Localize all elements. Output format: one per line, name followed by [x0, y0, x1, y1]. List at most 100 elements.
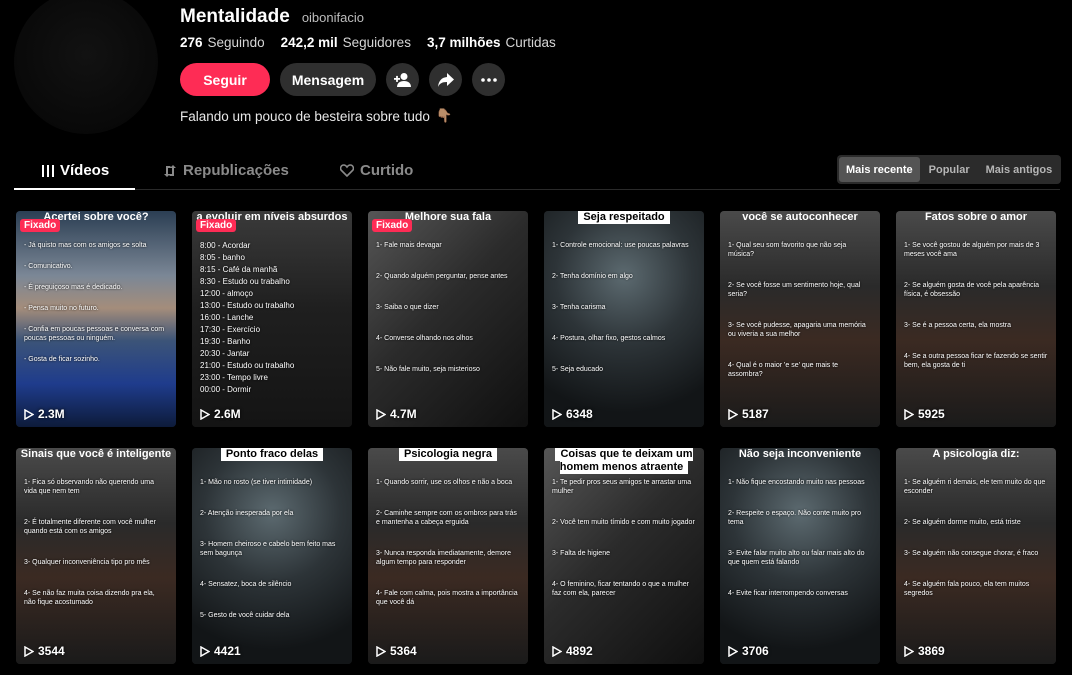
view-count-value: 2.6M	[214, 407, 241, 421]
view-count-value: 3544	[38, 644, 65, 658]
caption-line: 3- Tenha carisma	[552, 304, 606, 311]
tab-reposts-label: Republicações	[183, 162, 289, 179]
share-button[interactable]	[429, 63, 462, 96]
caption-line: 2- Se alguém dorme muito, está triste	[904, 519, 1021, 526]
caption-line: 5- Gesto de você cuidar dela	[200, 612, 290, 619]
active-tab-indicator	[14, 188, 135, 190]
caption-line: 3- Saiba o que dizer	[376, 304, 439, 311]
video-card[interactable]: você se autoconhecer 1- Qual seu som favo…	[720, 211, 880, 427]
view-count-value: 2.3M	[38, 407, 65, 421]
tab-reposts[interactable]: Republicações	[163, 162, 289, 179]
video-card[interactable]: Ponto fraco delas 1- Mão no rosto (se tiv…	[192, 448, 352, 664]
caption-line: 8:00 - Acordar	[200, 241, 251, 250]
caption-line: - Gosta de ficar sozinho.	[24, 356, 100, 363]
pinned-badge: Fixado	[20, 219, 61, 232]
caption-line: 1- Não fique encostando muito nas pessoa…	[728, 479, 865, 486]
caption-line: 8:05 - banho	[200, 253, 245, 262]
play-icon	[200, 408, 210, 420]
sort-oldest[interactable]: Mais antigos	[979, 157, 1060, 182]
video-caption-lines: 1- Te pedir pros seus amigos te arrastar…	[552, 478, 696, 620]
video-card[interactable]: Coisas que te deixam um homem menos atra…	[544, 448, 704, 664]
tab-videos-label: Vídeos	[60, 162, 110, 179]
caption-line: 5- Seja educado	[552, 366, 603, 373]
video-card[interactable]: Melhore sua fala Fixado 1- Fale mais devag…	[368, 211, 528, 427]
view-count: 4892	[552, 644, 593, 658]
caption-line: 8:30 - Estudo ou trabalho	[200, 277, 290, 286]
profile-handle: oibonifacio	[301, 10, 364, 25]
stat-following[interactable]: 276 Seguindo	[180, 35, 265, 50]
bio-emoji: 👇🏽	[435, 108, 453, 123]
video-title: Ponto fraco delas	[192, 448, 352, 461]
avatar[interactable]	[14, 0, 158, 134]
video-caption-lines: 1- Qual seu som favorito que não seja mú…	[728, 241, 872, 401]
play-icon	[376, 408, 386, 420]
caption-line: 20:30 - Jantar	[200, 349, 250, 358]
caption-line: 1- Se alguém ri demais, ele tem muito do…	[904, 479, 1046, 495]
more-icon	[480, 77, 497, 82]
view-count: 2.6M	[200, 407, 241, 421]
video-card[interactable]: Psicologia negra 1- Quando sorrir, use os…	[368, 448, 528, 664]
tab-liked[interactable]: Curtido	[340, 162, 413, 179]
message-button[interactable]: Mensagem	[280, 63, 376, 96]
add-user-icon	[393, 72, 411, 87]
caption-line: 1- Controle emocional: use poucas palavr…	[552, 242, 689, 249]
tab-liked-label: Curtido	[360, 162, 414, 179]
video-card[interactable]: Sinais que você é inteligente 1- Fica só …	[16, 448, 176, 664]
video-caption-lines: 1- Se você gostou de alguém por mais de …	[904, 241, 1048, 392]
view-count: 5187	[728, 407, 769, 421]
video-title: A psicologia diz:	[932, 448, 1020, 460]
caption-line: - Confia em poucas pessoas e conversa co…	[24, 326, 165, 342]
caption-line: 3- Se alguém não consegue chorar, é frac…	[904, 550, 1039, 557]
sort-popular[interactable]: Popular	[922, 157, 977, 182]
caption-line: 3- Se você pudesse, apagaria uma memória…	[728, 322, 866, 338]
profile-actions: Seguir Mensagem	[180, 63, 505, 96]
view-count: 6348	[552, 407, 593, 421]
video-card[interactable]: Acertei sobre você? Fixado - Já quisto mas…	[16, 211, 176, 427]
caption-line: 16:00 - Lanche	[200, 313, 254, 322]
video-card[interactable]: A psicologia diz: 1- Se alguém ri demais,…	[896, 448, 1056, 664]
caption-line: 3- Falta de higiene	[552, 550, 610, 557]
caption-line: 1- Fale mais devagar	[376, 242, 442, 249]
caption-line: 12:00 - almoço	[200, 289, 253, 298]
view-count-value: 5187	[742, 407, 769, 421]
video-caption-lines: 1- Controle emocional: use poucas palavr…	[552, 241, 696, 396]
view-count: 5364	[376, 644, 417, 658]
caption-line: 4- Converse olhando nos olhos	[376, 335, 473, 342]
view-count-value: 3869	[918, 644, 945, 658]
video-card[interactable]: Não seja inconveniente 1- Não fique encos…	[720, 448, 880, 664]
caption-line: 1- Qual seu som favorito que não seja mú…	[728, 242, 847, 258]
view-count-value: 4421	[214, 644, 241, 658]
pinned-badge: Fixado	[372, 219, 413, 232]
caption-line: 2- Caminhe sempre com os ombros para trá…	[376, 510, 517, 526]
caption-line: 4- Se alguém fala pouco, ela tem muitos …	[904, 581, 1030, 597]
caption-line: 1- Quando sorrir, use os olhos e não a b…	[376, 479, 513, 486]
stat-followers[interactable]: 242,2 mil Seguidores	[281, 35, 411, 50]
caption-line: 4- Se a outra pessoa ficar te fazendo se…	[904, 353, 1048, 369]
caption-line: 4- Fale com calma, pois mostra a importâ…	[376, 590, 518, 606]
caption-line: - Pensa muito no futuro.	[24, 305, 99, 312]
more-button[interactable]	[472, 63, 505, 96]
play-icon	[24, 408, 34, 420]
tab-videos[interactable]: Vídeos	[42, 162, 109, 179]
video-card[interactable]: Seja respeitado 1- Controle emocional: us…	[544, 211, 704, 427]
video-card[interactable]: a evoluir em níveis absurdos Fixado 8:00 -…	[192, 211, 352, 427]
bio-text: Falando um pouco de besteira sobre tudo	[180, 108, 430, 124]
caption-line: - É preguiçoso mas é dedicado.	[24, 284, 123, 291]
caption-line: 3- Evite falar muito alto ou falar mais …	[728, 550, 865, 566]
view-count: 4421	[200, 644, 241, 658]
view-count: 2.3M	[24, 407, 65, 421]
view-count: 3869	[904, 644, 945, 658]
caption-line: 4- Postura, olhar fixo, gestos calmos	[552, 335, 666, 342]
sort-selector: Mais recente Popular Mais antigos	[837, 155, 1062, 184]
video-caption-lines: 1- Quando sorrir, use os olhos e não a b…	[376, 478, 520, 629]
profile-header: Mentalidade oibonifacio	[180, 6, 364, 28]
video-title: Fatos sobre o amor	[924, 211, 1028, 223]
video-caption-lines: 1- Mão no rosto (se tiver intimidade) 2- …	[200, 478, 344, 642]
caption-line: 2- Atenção inesperada por ela	[200, 510, 294, 517]
sort-latest[interactable]: Mais recente	[839, 157, 920, 182]
video-card[interactable]: Fatos sobre o amor 1- Se você gostou de a…	[896, 211, 1056, 427]
play-icon	[904, 645, 914, 657]
add-friend-button[interactable]	[386, 63, 419, 96]
follow-button[interactable]: Seguir	[180, 63, 270, 96]
stat-likes: 3,7 milhões Curtidas	[426, 35, 556, 50]
